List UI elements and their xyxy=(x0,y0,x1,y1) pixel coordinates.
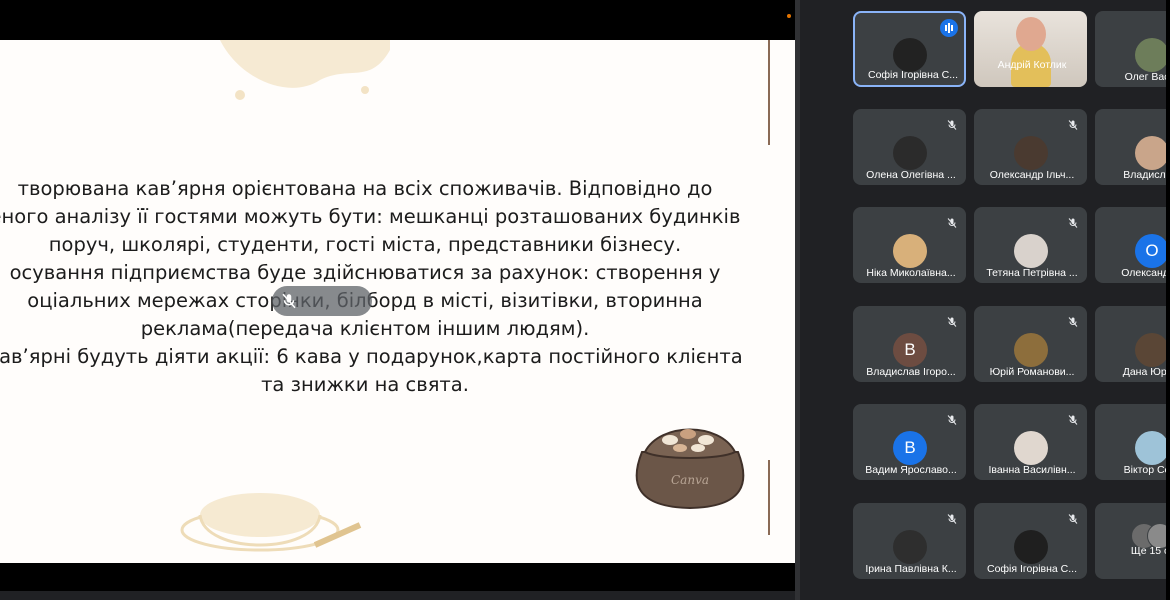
indicator-dot xyxy=(787,14,791,18)
participant-name: Олександр Ільч... xyxy=(989,169,1075,181)
participant-tile-video[interactable]: Андрій Котлик xyxy=(974,11,1087,87)
slide-line-8: та знижки на свята. xyxy=(261,373,469,396)
window-edge xyxy=(1166,0,1170,600)
slide-line-6: реклама(передача клієнтом іншим людям). xyxy=(140,317,590,340)
avatar: В xyxy=(893,431,927,465)
avatar xyxy=(893,38,927,72)
audio-level-icon xyxy=(940,19,958,37)
mic-off-icon xyxy=(947,218,957,228)
avatar xyxy=(1135,333,1169,367)
participant-tile[interactable]: Віктор Сергі xyxy=(1095,404,1170,480)
mic-off-icon xyxy=(947,317,957,327)
participant-name: Дана Юріївн xyxy=(1122,366,1170,378)
participant-tile[interactable]: Ніка Миколаївна... xyxy=(853,207,966,283)
presentation-letterbox-bottom xyxy=(0,563,795,591)
mic-off-icon xyxy=(1068,415,1078,425)
presentation-letterbox-top xyxy=(0,0,795,40)
mic-off-icon xyxy=(947,120,957,130)
participant-tile[interactable]: В Владислав Ігоро... xyxy=(853,306,966,382)
participant-tile[interactable]: О Олександр Д xyxy=(1095,207,1170,283)
participant-video xyxy=(974,11,1087,87)
avatar xyxy=(1014,530,1048,564)
avatar xyxy=(893,234,927,268)
shared-slide: творювана кав’ярня орієнтована на всіх с… xyxy=(0,40,795,563)
slide-line-3: поруч, школярі, студенти, гості міста, п… xyxy=(48,233,682,256)
participant-name: Ірина Павлівна К... xyxy=(865,563,957,575)
participant-tile[interactable]: Олександр Ільч... xyxy=(974,109,1087,185)
avatar xyxy=(1014,431,1048,465)
avatar xyxy=(1135,431,1169,465)
participant-tile[interactable]: Юрій Романови... xyxy=(974,306,1087,382)
avatar xyxy=(1014,333,1048,367)
slide-line-2: еного аналізу її гостями можуть бути: ме… xyxy=(0,205,741,228)
mic-off-icon xyxy=(1068,317,1078,327)
slide-line-4: осування підприємства буде здійснюватися… xyxy=(9,261,721,284)
panel-divider xyxy=(795,0,800,600)
mic-off-icon xyxy=(947,415,957,425)
avatar xyxy=(893,136,927,170)
more-participants-tile[interactable]: Ще 15 ос xyxy=(1095,503,1170,579)
canva-watermark: Canva xyxy=(671,473,709,487)
mic-off-icon xyxy=(1068,120,1078,130)
participant-tile[interactable]: Олена Олегівна ... xyxy=(853,109,966,185)
avatar xyxy=(1014,234,1048,268)
avatar xyxy=(1135,136,1169,170)
participant-name: Олександр Д xyxy=(1121,267,1170,279)
participant-name: Ніка Миколаївна... xyxy=(866,267,956,279)
participant-name: Іванна Василівн... xyxy=(988,464,1076,476)
slide-frame-line-top xyxy=(768,40,770,145)
participant-tile[interactable]: Софія Ігорівна С... xyxy=(974,503,1087,579)
slide-line-1: творювана кав’ярня орієнтована на всіх с… xyxy=(17,177,713,200)
mic-off-icon xyxy=(947,514,957,524)
mic-off-icon xyxy=(1068,514,1078,524)
participant-name: Софія Ігорівна С... xyxy=(868,69,958,81)
avatar xyxy=(1135,38,1169,72)
muted-presenter-pill xyxy=(272,286,372,316)
coffee-splash-decoration xyxy=(220,40,390,100)
participant-name: Юрій Романови... xyxy=(989,366,1075,378)
participant-tile[interactable]: Олег Васил xyxy=(1095,11,1170,87)
presentation-stage: творювана кав’ярня орієнтована на всіх с… xyxy=(0,0,795,591)
participant-name: Софія Ігорівна С... xyxy=(987,563,1077,575)
slide-frame-line-bottom xyxy=(768,460,770,535)
participant-tile[interactable]: Іванна Василівн... xyxy=(974,404,1087,480)
participant-tile[interactable]: Тетяна Петрівна ... xyxy=(974,207,1087,283)
participant-tile[interactable]: Дана Юріївн xyxy=(1095,306,1170,382)
participant-tile[interactable]: Ірина Павлівна К... xyxy=(853,503,966,579)
avatar xyxy=(1014,136,1048,170)
mic-off-icon xyxy=(1068,218,1078,228)
coffee-bag-illustration: Canva xyxy=(635,428,745,510)
participant-tile[interactable]: Софія Ігорівна С... xyxy=(853,11,966,87)
participant-name: Олена Олегівна ... xyxy=(866,169,956,181)
mic-off-icon xyxy=(282,293,296,309)
participant-name: Андрій Котлик xyxy=(997,59,1067,71)
slide-line-5: оціальних мережах сторінки, білборд в мі… xyxy=(27,289,703,312)
slide-line-7: кав’ярні будуть діяти акції: 6 кава у по… xyxy=(0,345,743,368)
participant-name: Тетяна Петрівна ... xyxy=(986,267,1078,279)
participant-tile[interactable]: В Вадим Ярославо... xyxy=(853,404,966,480)
avatar xyxy=(893,530,927,564)
participant-name: Владислава xyxy=(1123,169,1170,181)
avatar: В xyxy=(893,333,927,367)
coffee-cup-decoration xyxy=(180,493,362,552)
participant-name: Віктор Сергі xyxy=(1123,464,1170,476)
slide-body-text: творювана кав’ярня орієнтована на всіх с… xyxy=(0,175,770,399)
participant-tile[interactable]: Владислава xyxy=(1095,109,1170,185)
participant-name: Олег Васил xyxy=(1124,71,1170,83)
participant-name: Владислав Ігоро... xyxy=(866,366,956,378)
avatar: О xyxy=(1135,234,1169,268)
more-participants-label: Ще 15 ос xyxy=(1130,545,1170,557)
participant-name: Вадим Ярославо... xyxy=(865,464,957,476)
